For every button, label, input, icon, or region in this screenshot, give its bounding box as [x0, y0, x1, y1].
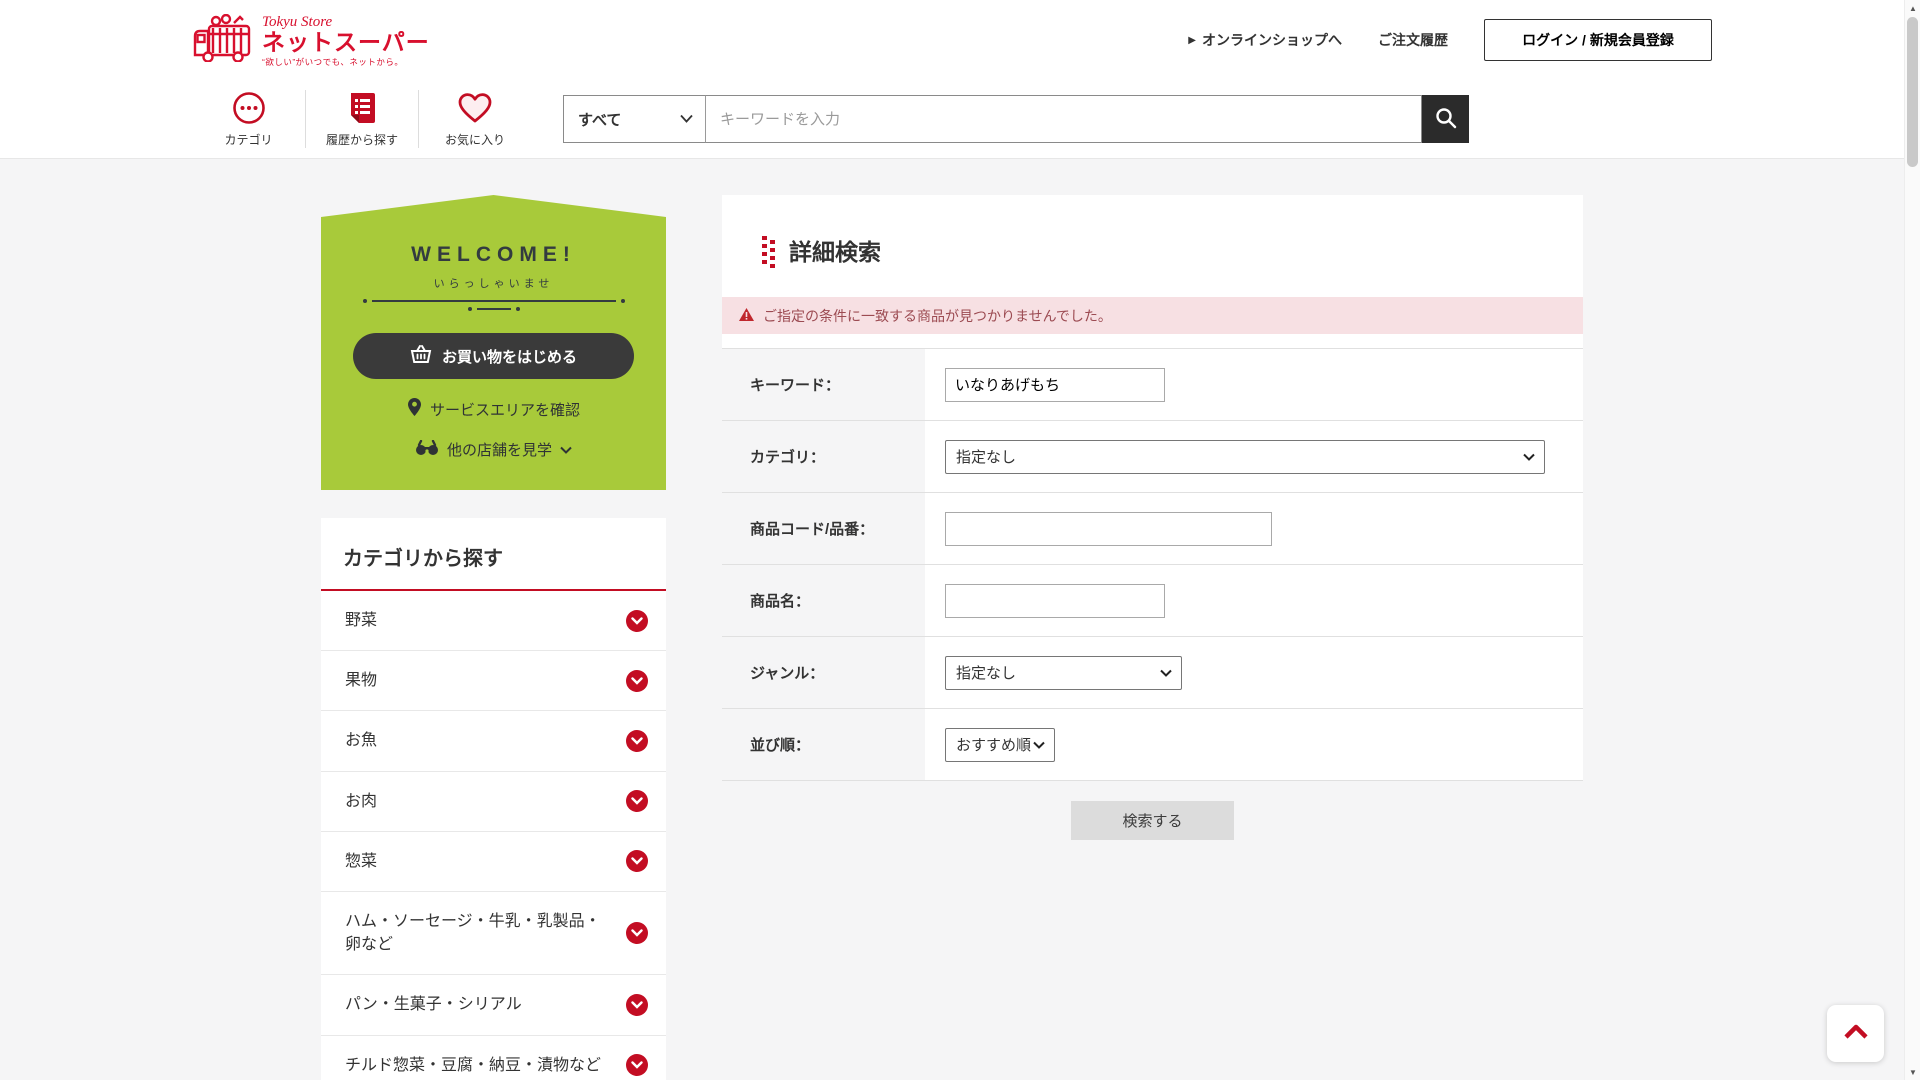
form-row-sort: 並び順： おすすめ順: [722, 709, 1583, 781]
sidebar-title: カテゴリから探す: [321, 518, 666, 591]
scrollbar-down-arrow[interactable]: ▼: [1905, 1064, 1920, 1080]
chevron-down-circle-icon[interactable]: [626, 1054, 648, 1076]
sidebar-item-bread-sweets-cereal[interactable]: パン・生菓子・シリアル: [321, 975, 666, 1035]
logo-brand-jp: ネットスーパー: [262, 30, 430, 54]
order-history-link[interactable]: ご注文履歴: [1378, 30, 1448, 50]
detail-search-form: キーワード： カテゴリ： 指定なし: [722, 348, 1583, 781]
nav-item-history[interactable]: 履歴から探す: [305, 90, 418, 148]
chevron-down-icon: [1033, 736, 1045, 753]
nav-label-history: 履歴から探す: [326, 131, 398, 148]
nav-label-category: カテゴリ: [224, 131, 272, 148]
delivery-truck-icon: [192, 14, 254, 67]
magnifier-icon: [1434, 106, 1458, 133]
store-logo[interactable]: Tokyu Store ネットスーパー “欲しい”がいつでも、ネットから。: [192, 14, 430, 67]
detail-search-panel: 詳細検索 ご指定の条件に一致する商品が見つかりませんでした。: [722, 195, 1583, 781]
header: Tokyu Store ネットスーパー “欲しい”がいつでも、ネットから。 ▶ …: [0, 0, 1904, 80]
search-bar: すべて: [563, 95, 1469, 143]
chevron-down-circle-icon[interactable]: [626, 850, 648, 872]
keyword-field[interactable]: [945, 368, 1165, 402]
sort-select[interactable]: おすすめ順: [945, 728, 1055, 762]
nav-label-favorites: お気に入り: [445, 131, 505, 148]
online-shop-link[interactable]: ▶ オンラインショップへ: [1188, 30, 1342, 50]
nav-bar: カテゴリ: [0, 80, 1904, 159]
category-label: カテゴリ：: [722, 421, 925, 492]
chevron-down-circle-icon[interactable]: [626, 670, 648, 692]
form-row-product-name: 商品名：: [722, 565, 1583, 637]
sidebar-item-meat[interactable]: お肉: [321, 772, 666, 832]
search-execute-button[interactable]: 検索する: [1071, 801, 1234, 840]
scrollbar-thumb[interactable]: [1907, 17, 1918, 167]
service-area-link[interactable]: サービスエリアを確認: [353, 397, 634, 421]
chevron-down-circle-icon[interactable]: [626, 994, 648, 1016]
page: Tokyu Store ネットスーパー “欲しい”がいつでも、ネットから。 ▶ …: [0, 0, 1920, 1080]
shopping-basket-icon: [410, 344, 432, 368]
other-stores-link[interactable]: 他の店舗を見学: [353, 439, 634, 460]
content-area: WELCOME! いらっしゃいませ: [0, 159, 1904, 1080]
start-shopping-button[interactable]: お買い物をはじめる: [353, 333, 634, 379]
product-code-field[interactable]: [945, 512, 1272, 546]
form-row-category: カテゴリ： 指定なし: [722, 421, 1583, 493]
heart-icon: [457, 90, 493, 126]
login-register-button[interactable]: ログイン / 新規会員登録: [1484, 19, 1712, 61]
product-name-label: 商品名：: [722, 565, 925, 636]
sidebar-item-fruits[interactable]: 果物: [321, 651, 666, 711]
scrollbar: ▲ ▼: [1904, 0, 1920, 1080]
welcome-panel: WELCOME! いらっしゃいませ: [321, 195, 666, 490]
sidebar-item-fish[interactable]: お魚: [321, 711, 666, 771]
product-name-field[interactable]: [945, 584, 1165, 618]
scroll-to-top-button[interactable]: [1827, 1005, 1884, 1062]
warning-triangle-icon: [738, 307, 755, 325]
triangle-right-icon: ▶: [1188, 35, 1196, 46]
chevron-down-circle-icon[interactable]: [626, 730, 648, 752]
search-submit-button[interactable]: [1422, 95, 1469, 143]
no-results-alert: ご指定の条件に一致する商品が見つかりませんでした。: [722, 297, 1583, 334]
scrollbar-up-arrow[interactable]: ▲: [1905, 0, 1920, 16]
form-row-keyword: キーワード：: [722, 349, 1583, 421]
decorative-divider: [363, 299, 625, 311]
category-select[interactable]: 指定なし: [945, 440, 1545, 474]
sort-label: 並び順：: [722, 709, 925, 780]
page-title: 詳細検索: [789, 233, 881, 267]
chevron-down-icon: [680, 110, 693, 128]
nav-item-favorites[interactable]: お気に入り: [418, 90, 531, 148]
search-scope-select[interactable]: すべて: [563, 95, 706, 143]
map-pin-icon: [407, 397, 422, 421]
dashed-bars-icon: [762, 236, 775, 264]
chevron-down-circle-icon[interactable]: [626, 790, 648, 812]
sidebar-item-deli[interactable]: 惣菜: [321, 832, 666, 892]
sidebar-item-vegetables[interactable]: 野菜: [321, 591, 666, 651]
product-code-label: 商品コード/品番：: [722, 493, 925, 564]
genre-label: ジャンル：: [722, 637, 925, 708]
keyword-search-input[interactable]: [706, 95, 1422, 143]
welcome-subtitle: いらっしゃいませ: [353, 275, 634, 291]
form-row-genre: ジャンル： 指定なし: [722, 637, 1583, 709]
chevron-down-icon: [1523, 448, 1535, 465]
chevron-up-icon: [1843, 1024, 1869, 1043]
binoculars-icon: [415, 440, 439, 460]
chevron-down-icon: [1160, 664, 1172, 681]
chevron-down-circle-icon[interactable]: [626, 610, 648, 632]
form-row-product-code: 商品コード/品番：: [722, 493, 1583, 565]
sidebar-item-ham-dairy-eggs[interactable]: ハム・ソーセージ・牛乳・乳製品・卵など: [321, 892, 666, 975]
logo-tagline: “欲しい”がいつでも、ネットから。: [262, 58, 430, 67]
ellipsis-circle-icon: [232, 90, 266, 126]
keyword-label: キーワード：: [722, 349, 925, 420]
category-sidebar: カテゴリから探す 野菜 果物: [321, 518, 666, 1080]
chevron-down-icon: [560, 441, 572, 458]
history-list-icon: [347, 90, 377, 126]
chevron-down-circle-icon[interactable]: [626, 922, 648, 944]
nav-item-category[interactable]: カテゴリ: [192, 90, 305, 148]
genre-select[interactable]: 指定なし: [945, 656, 1182, 690]
logo-brand-en: Tokyu Store: [262, 15, 430, 31]
welcome-title: WELCOME!: [353, 243, 634, 267]
sidebar-item-chilled-tofu-natto[interactable]: チルド惣菜・豆腐・納豆・漬物など: [321, 1036, 666, 1080]
